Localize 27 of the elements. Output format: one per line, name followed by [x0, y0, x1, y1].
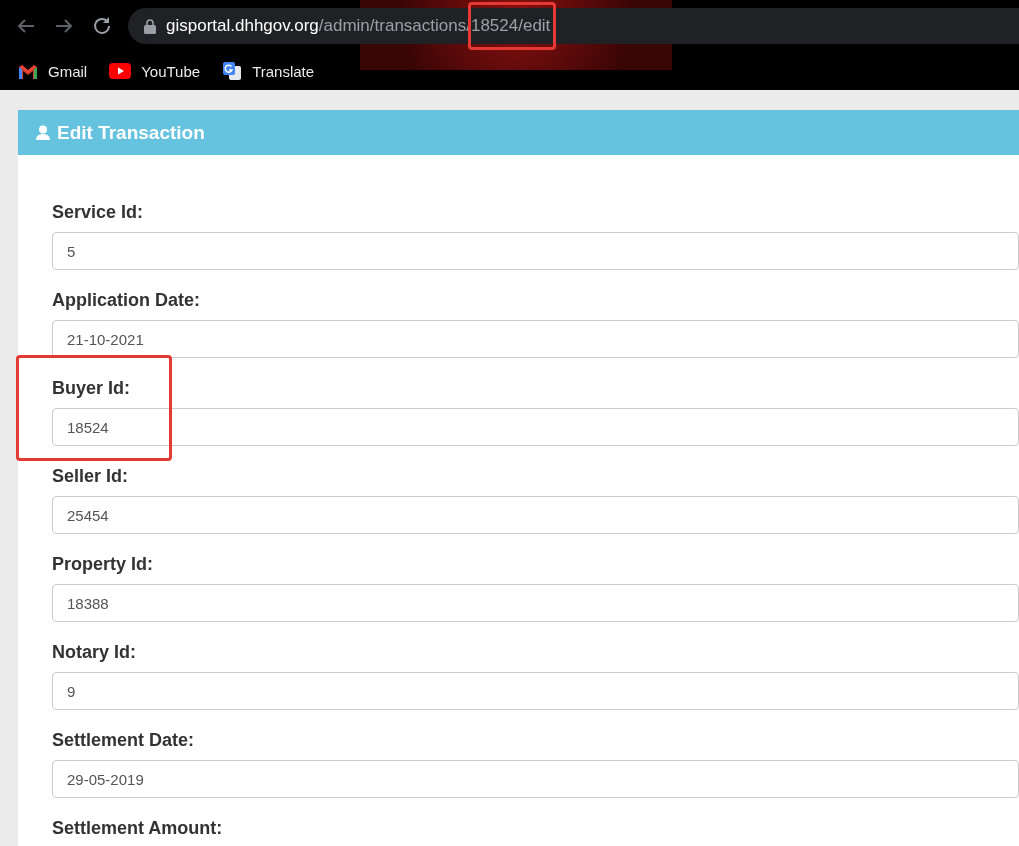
url-path: 18524/edit: [470, 16, 551, 36]
mail-icon: [18, 63, 38, 79]
lock-icon: [144, 18, 156, 34]
translate-icon: [222, 61, 243, 81]
bookmark-link[interactable]: YouTube: [141, 62, 201, 80]
field-label: Service Id:: [52, 202, 145, 224]
field-label: Seller Id:: [52, 466, 130, 488]
panel-title: Edit Transaction: [57, 121, 205, 144]
input-field[interactable]: 21-10-2021: [52, 320, 1019, 358]
bookmark-link[interactable]: Gmail: [48, 62, 88, 80]
field-label: Application Date:: [52, 290, 201, 312]
input-field[interactable]: 29-05-2019: [52, 760, 1019, 798]
input-field[interactable]: 9: [52, 672, 1019, 710]
user-icon: [36, 125, 50, 140]
bookmark-link[interactable]: Translate: [252, 62, 315, 80]
input-field[interactable]: 25454: [52, 496, 1019, 534]
field-label: Property Id:: [52, 554, 154, 576]
field-label: Settlement Date:: [52, 730, 196, 752]
input-field[interactable]: 18524: [52, 408, 1019, 446]
url-host: gisportal.dhhgov.org: [166, 16, 319, 36]
input-field[interactable]: 18388: [52, 584, 1019, 622]
url-path: /admin/transactions/: [318, 16, 471, 36]
field-label: Settlement Amount:: [52, 818, 224, 840]
input-field[interactable]: 5: [52, 232, 1019, 270]
play-icon: [109, 63, 132, 79]
field-label: Buyer Id:: [52, 378, 131, 400]
field-label: Notary Id:: [52, 642, 137, 664]
